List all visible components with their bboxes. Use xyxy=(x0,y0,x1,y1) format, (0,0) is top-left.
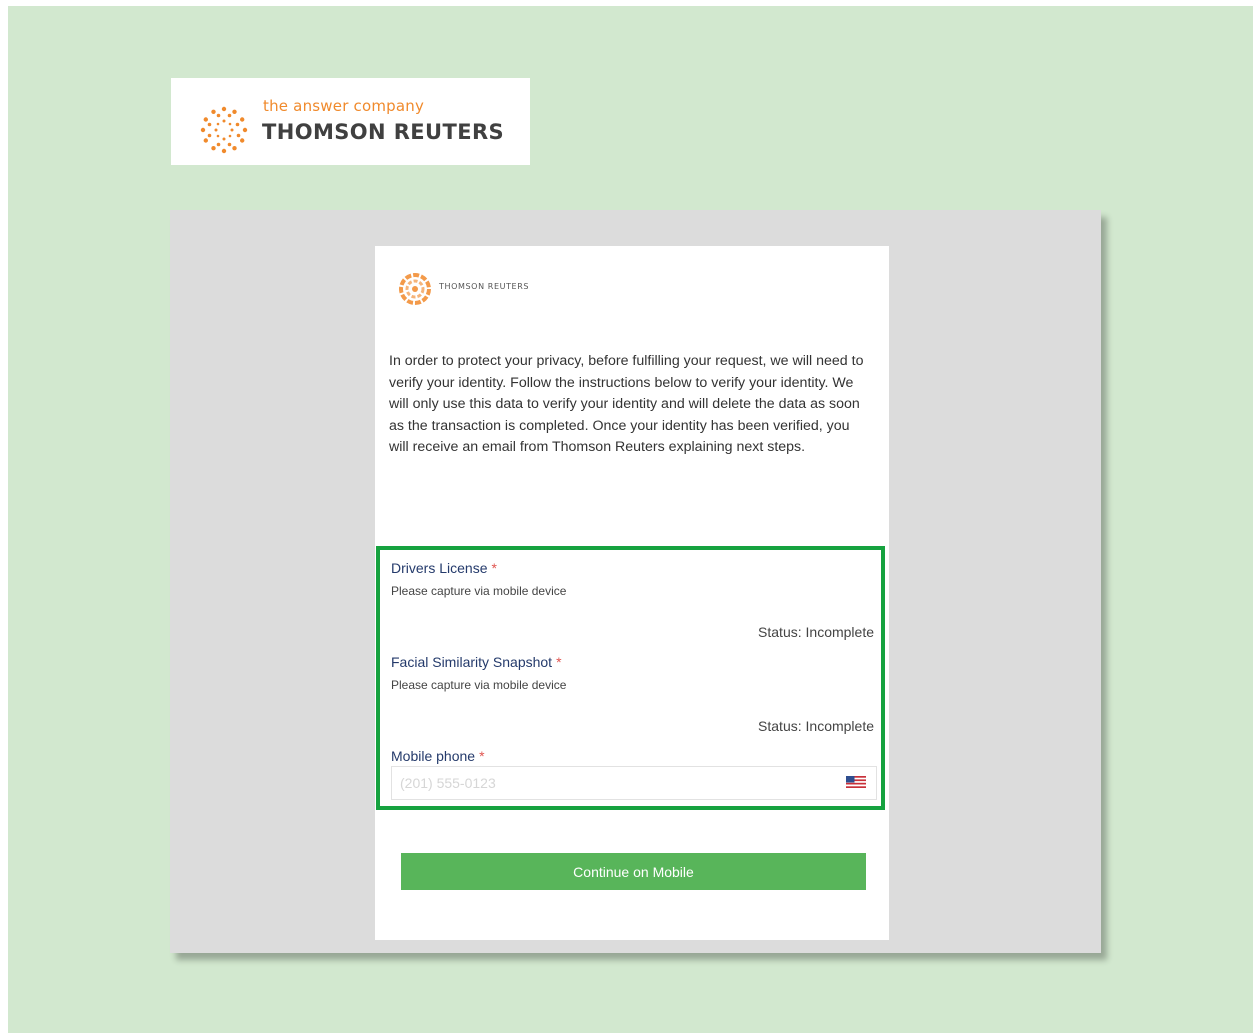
required-marker: * xyxy=(556,654,562,670)
continue-on-mobile-button[interactable]: Continue on Mobile xyxy=(401,853,866,890)
brand-header: the answer company THOMSON REUTERS xyxy=(171,78,530,165)
mobile-phone-label-text: Mobile phone xyxy=(391,748,476,764)
facial-snapshot-help: Please capture via mobile device xyxy=(391,678,567,692)
requirements-section: Drivers License * Please capture via mobi… xyxy=(376,546,885,810)
facial-snapshot-label: Facial Similarity Snapshot * xyxy=(391,654,562,670)
required-marker: * xyxy=(479,748,485,764)
screenshot-panel: THOMSON REUTERS In order to protect your… xyxy=(170,210,1101,953)
required-marker: * xyxy=(491,560,497,576)
facial-snapshot-label-text: Facial Similarity Snapshot xyxy=(391,654,553,670)
brand-name: THOMSON REUTERS xyxy=(262,120,505,144)
us-flag-icon[interactable] xyxy=(846,776,866,788)
mobile-phone-input[interactable] xyxy=(391,766,877,800)
brand-tagline: the answer company xyxy=(263,97,425,115)
thomson-reuters-swirl-icon xyxy=(399,273,431,305)
drivers-license-status: Status: Incomplete xyxy=(758,624,874,640)
drivers-license-label: Drivers License * xyxy=(391,560,497,576)
intro-text: In order to protect your privacy, before… xyxy=(389,353,864,455)
card-logo-text: THOMSON REUTERS xyxy=(439,282,530,291)
facial-snapshot-status: Status: Incomplete xyxy=(758,718,874,734)
drivers-license-label-text: Drivers License xyxy=(391,560,488,576)
mobile-phone-label: Mobile phone * xyxy=(391,748,485,764)
thomson-reuters-logo-icon xyxy=(200,106,248,154)
drivers-license-help: Please capture via mobile device xyxy=(391,584,567,598)
verification-card: THOMSON REUTERS In order to protect your… xyxy=(375,246,889,940)
